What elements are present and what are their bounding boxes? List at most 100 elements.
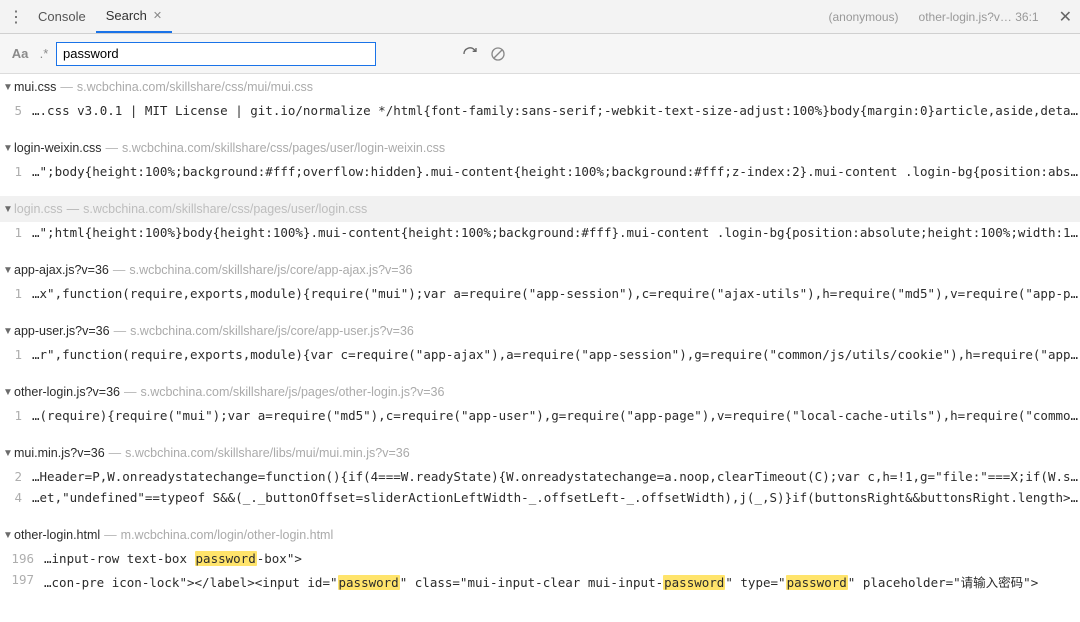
line-number: 1 <box>4 408 32 423</box>
code-snippet: …input-row text-box password-box"> <box>44 551 1080 566</box>
line-number: 1 <box>4 286 32 301</box>
search-toolbar: Aa .* <box>0 34 1080 74</box>
tab-search[interactable]: Search ✕ <box>96 0 172 33</box>
code-snippet: ….css v3.0.1 | MIT License | git.io/norm… <box>32 103 1080 118</box>
file-group: ▼other-login.js?v=36 —s.wcbchina.com/skil… <box>0 379 1080 426</box>
file-name: other-login.js?v=36 <box>14 385 120 399</box>
code-snippet: …";html{height:100%}body{height:100%}.mu… <box>32 225 1080 240</box>
path-separator: — <box>60 80 73 94</box>
tab-search-label: Search <box>106 8 147 23</box>
line-number: 1 <box>4 164 32 179</box>
file-header[interactable]: ▼app-ajax.js?v=36 —s.wcbchina.com/skillsh… <box>0 257 1080 283</box>
file-path: s.wcbchina.com/skillshare/css/mui/mui.cs… <box>77 80 313 94</box>
result-line[interactable]: 4…et,"undefined"==typeof S&&(_._buttonOf… <box>0 487 1080 508</box>
disclosure-triangle-icon[interactable]: ▼ <box>2 530 14 541</box>
disclosure-triangle-icon[interactable]: ▼ <box>2 448 14 459</box>
code-snippet: …Header=P,W.onreadystatechange=function(… <box>32 469 1080 484</box>
file-group: ▼app-ajax.js?v=36 —s.wcbchina.com/skillsh… <box>0 257 1080 304</box>
file-header[interactable]: ▼app-user.js?v=36 —s.wcbchina.com/skillsh… <box>0 318 1080 344</box>
code-snippet: …x",function(require,exports,module){req… <box>32 286 1080 301</box>
file-name: app-user.js?v=36 <box>14 324 110 338</box>
result-line[interactable]: 1…";html{height:100%}body{height:100%}.m… <box>0 222 1080 243</box>
file-header[interactable]: ▼other-login.js?v=36 —s.wcbchina.com/skil… <box>0 379 1080 405</box>
file-body: 1…(require){require("mui");var a=require… <box>0 405 1080 426</box>
code-snippet: …con-pre icon-lock"></label><input id="p… <box>44 572 1080 591</box>
line-number: 1 <box>4 225 32 240</box>
file-body: 2…Header=P,W.onreadystatechange=function… <box>0 466 1080 508</box>
path-separator: — <box>104 528 117 542</box>
file-path: s.wcbchina.com/skillshare/js/core/app-aj… <box>129 263 412 277</box>
code-snippet: …et,"undefined"==typeof S&&(_._buttonOff… <box>32 490 1080 505</box>
file-header[interactable]: ▼login-weixin.css—s.wcbchina.com/skillsh… <box>0 135 1080 161</box>
line-number: 4 <box>4 490 32 505</box>
result-line[interactable]: 1…(require){require("mui");var a=require… <box>0 405 1080 426</box>
kebab-menu-icon[interactable]: ⋮ <box>4 7 28 27</box>
line-number: 5 <box>4 103 32 118</box>
disclosure-triangle-icon[interactable]: ▼ <box>2 204 14 215</box>
disclosure-triangle-icon[interactable]: ▼ <box>2 265 14 276</box>
code-snippet: …(require){require("mui");var a=require(… <box>32 408 1080 423</box>
result-line[interactable]: 196…input-row text-box password-box"> <box>0 548 1080 569</box>
line-number: 197 <box>4 572 44 587</box>
refresh-icon[interactable] <box>456 40 484 68</box>
path-separator: — <box>109 446 122 460</box>
file-name: mui.css <box>14 80 56 94</box>
file-group: ▼login.css —s.wcbchina.com/skillshare/css… <box>0 196 1080 243</box>
file-body: 1…r",function(require,exports,module){va… <box>0 344 1080 365</box>
line-number: 2 <box>4 469 32 484</box>
regex-icon[interactable]: .* <box>32 46 56 61</box>
file-name: login.css <box>14 202 63 216</box>
code-snippet: …";body{height:100%;background:#fff;over… <box>32 164 1080 179</box>
clear-icon[interactable] <box>484 40 512 68</box>
file-path: s.wcbchina.com/skillshare/js/core/app-us… <box>130 324 414 338</box>
file-body: 1…";html{height:100%}body{height:100%}.m… <box>0 222 1080 243</box>
file-group: ▼login-weixin.css—s.wcbchina.com/skillsh… <box>0 135 1080 182</box>
tab-console-label: Console <box>38 9 86 24</box>
file-group: ▼mui.min.js?v=36 —s.wcbchina.com/skillsha… <box>0 440 1080 508</box>
disclosure-triangle-icon[interactable]: ▼ <box>2 82 14 93</box>
file-body: 5….css v3.0.1 | MIT License | git.io/nor… <box>0 100 1080 121</box>
path-separator: — <box>124 385 137 399</box>
code-snippet: …r",function(require,exports,module){var… <box>32 347 1080 362</box>
file-name: mui.min.js?v=36 <box>14 446 105 460</box>
result-line[interactable]: 1…";body{height:100%;background:#fff;ove… <box>0 161 1080 182</box>
path-separator: — <box>113 263 126 277</box>
close-panel-icon[interactable]: ✕ <box>1059 7 1072 27</box>
result-line[interactable]: 5….css v3.0.1 | MIT License | git.io/nor… <box>0 100 1080 121</box>
file-body: 196…input-row text-box password-box">197… <box>0 548 1080 594</box>
result-line[interactable]: 2…Header=P,W.onreadystatechange=function… <box>0 466 1080 487</box>
file-path: s.wcbchina.com/skillshare/js/pages/other… <box>140 385 444 399</box>
anon-func-label: (anonymous) <box>828 10 898 24</box>
file-body: 1…x",function(require,exports,module){re… <box>0 283 1080 304</box>
disclosure-triangle-icon[interactable]: ▼ <box>2 387 14 398</box>
search-input[interactable] <box>56 42 376 66</box>
file-path: s.wcbchina.com/skillshare/css/pages/user… <box>83 202 367 216</box>
file-header[interactable]: ▼mui.min.js?v=36 —s.wcbchina.com/skillsha… <box>0 440 1080 466</box>
file-group: ▼app-user.js?v=36 —s.wcbchina.com/skillsh… <box>0 318 1080 365</box>
line-number: 1 <box>4 347 32 362</box>
path-separator: — <box>114 324 127 338</box>
file-path: s.wcbchina.com/skillshare/css/pages/user… <box>122 141 445 155</box>
path-separator: — <box>67 202 80 216</box>
file-header[interactable]: ▼mui.css — s.wcbchina.com/skillshare/css/m… <box>0 74 1080 100</box>
tab-console[interactable]: Console <box>28 0 96 33</box>
file-header[interactable]: ▼login.css —s.wcbchina.com/skillshare/css… <box>0 196 1080 222</box>
disclosure-triangle-icon[interactable]: ▼ <box>2 326 14 337</box>
devtools-tab-bar: ⋮ Console Search ✕ (anonymous) other-log… <box>0 0 1080 34</box>
file-body: 1…";body{height:100%;background:#fff;ove… <box>0 161 1080 182</box>
top-right-meta: (anonymous) other-login.js?v… 36:1 ✕ <box>828 0 1072 33</box>
file-name: other-login.html <box>14 528 100 542</box>
disclosure-triangle-icon[interactable]: ▼ <box>2 143 14 154</box>
file-group: ▼other-login.html—m.wcbchina.com/login/o… <box>0 522 1080 594</box>
file-name: app-ajax.js?v=36 <box>14 263 109 277</box>
file-header[interactable]: ▼other-login.html—m.wcbchina.com/login/o… <box>0 522 1080 548</box>
source-loc-label: other-login.js?v… 36:1 <box>919 10 1039 24</box>
close-icon[interactable]: ✕ <box>153 9 162 22</box>
file-path: s.wcbchina.com/skillshare/libs/mui/mui.m… <box>125 446 409 460</box>
result-line[interactable]: 197…con-pre icon-lock"></label><input id… <box>0 569 1080 594</box>
search-results: ▼mui.css—s.wcbchina.com/skillshare/css/m… <box>0 74 1080 622</box>
match-case-icon[interactable]: Aa <box>8 46 32 61</box>
result-line[interactable]: 1…r",function(require,exports,module){va… <box>0 344 1080 365</box>
result-line[interactable]: 1…x",function(require,exports,module){re… <box>0 283 1080 304</box>
line-number: 196 <box>4 551 44 566</box>
